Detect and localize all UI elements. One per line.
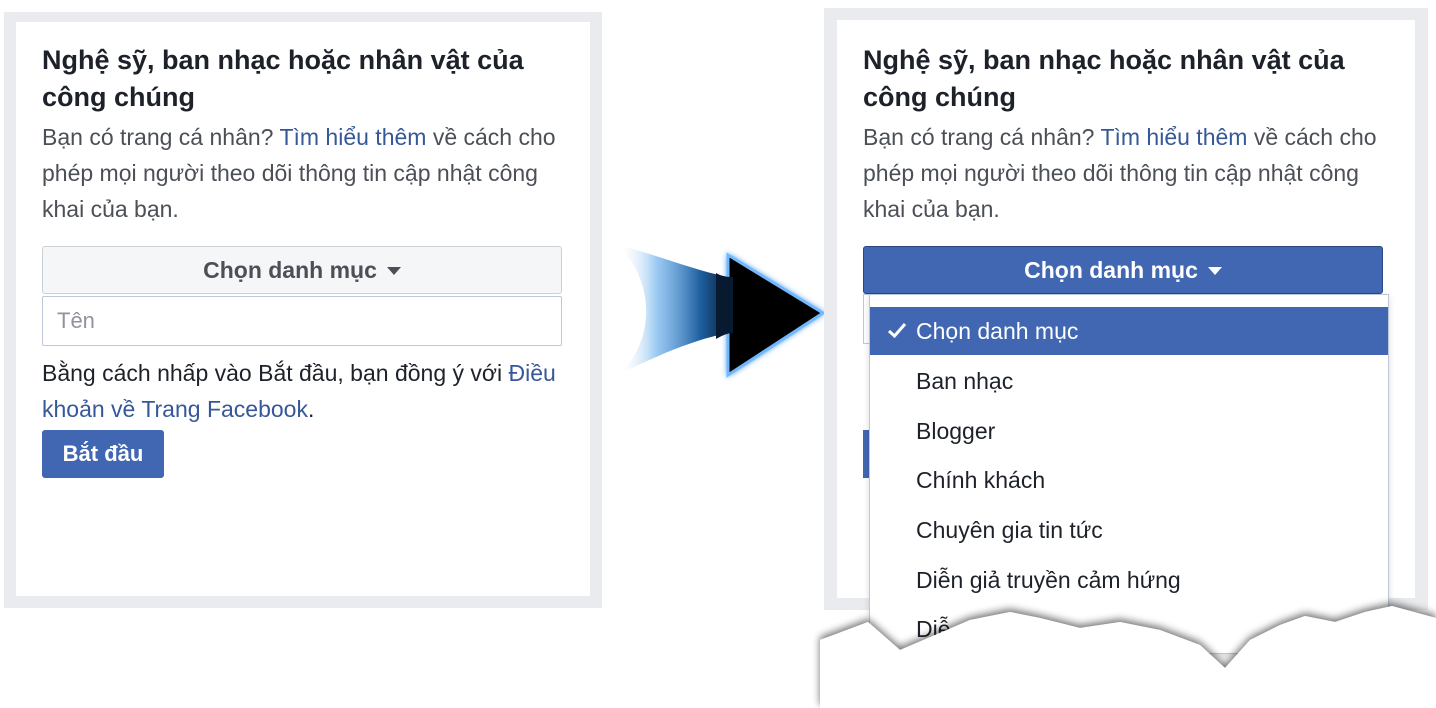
name-input[interactable]: [42, 296, 562, 346]
dropdown-option[interactable]: Chính khách: [870, 456, 1388, 504]
terms-prefix: Bằng cách nhấp vào Bắt đầu, bạn đồng ý v…: [42, 360, 509, 386]
category-select-label: Chọn danh mục: [203, 256, 377, 283]
dropdown-option-label: Chuyên gia tin tức: [916, 516, 1103, 543]
get-started-button[interactable]: Bắt đầu: [42, 430, 164, 478]
category-select[interactable]: Chọn danh mục: [863, 246, 1383, 294]
right-arrow-icon: [618, 245, 826, 378]
dropdown-option-label: Diễn giả truyền cảm hứng: [916, 566, 1181, 593]
dropdown-option-label: Blogger: [916, 417, 996, 444]
dropdown-option[interactable]: Diễ: [870, 605, 1388, 653]
dropdown-option-label: Chọn danh mục: [916, 317, 1079, 344]
page-category-title: Nghệ sỹ, ban nhạc hoặc nhân vật của công…: [42, 45, 524, 112]
dropdown-option[interactable]: Ban nhạc: [870, 357, 1388, 405]
dropdown-option-label: Diễ: [916, 615, 951, 642]
terms-text: Bằng cách nhấp vào Bắt đầu, bạn đồng ý v…: [42, 355, 562, 427]
check-icon: [887, 323, 907, 339]
dropdown-option[interactable]: Blogger: [870, 407, 1388, 455]
page-category-title: Nghệ sỹ, ban nhạc hoặc nhân vật của công…: [863, 45, 1345, 112]
terms-suffix: .: [307, 396, 315, 422]
left-panel: Nghệ sỹ, ban nhạc hoặc nhân vật của công…: [16, 22, 590, 596]
dropdown-option[interactable]: Chọn danh mục: [870, 307, 1388, 355]
caret-down-icon: [1207, 267, 1222, 275]
learn-more-link[interactable]: Tìm hiểu thêm: [1100, 124, 1247, 150]
caret-down-icon: [386, 267, 401, 275]
dropdown-option-label: Ban nhạc: [916, 367, 1014, 394]
dropdown-option[interactable]: Chuyên gia tin tức: [870, 506, 1388, 554]
category-select[interactable]: Chọn danh mục: [42, 246, 562, 294]
learn-more-link[interactable]: Tìm hiểu thêm: [279, 124, 426, 150]
description-text: Bạn có trang cá nhân?: [863, 124, 1101, 150]
category-description: Bạn có trang cá nhân? Tìm hiểu thêm về c…: [42, 119, 562, 227]
description-text: Bạn có trang cá nhân?: [42, 124, 280, 150]
dropdown-option[interactable]: Diễn giả truyền cảm hứng: [870, 556, 1388, 604]
category-select-label: Chọn danh mục: [1024, 256, 1198, 283]
category-description: Bạn có trang cá nhân? Tìm hiểu thêm về c…: [863, 119, 1383, 227]
category-dropdown: Chọn danh mục Ban nhạc Blogger Chính khá…: [869, 294, 1389, 654]
dropdown-option-label: Chính khách: [916, 466, 1046, 493]
